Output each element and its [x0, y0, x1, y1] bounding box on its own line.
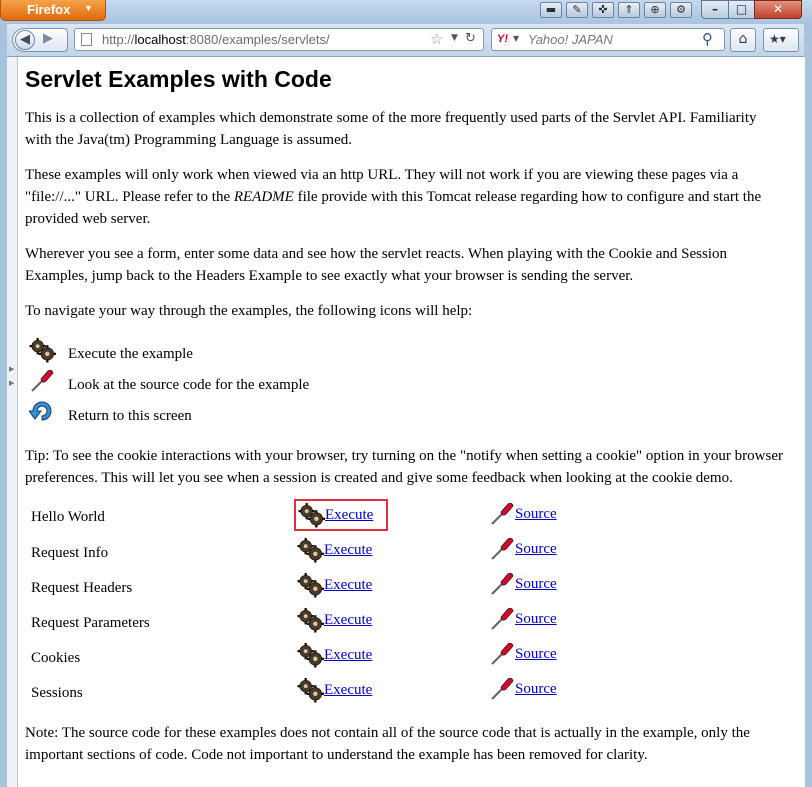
chevron-down-icon[interactable]: ▼ — [513, 34, 519, 43]
page-content: Servlet Examples with Code This is a col… — [25, 62, 785, 779]
table-row: Hello World Execute Source — [25, 499, 769, 535]
source-link[interactable]: Source — [515, 573, 557, 595]
firefox-menu-label: Firefox — [27, 2, 71, 17]
home-button[interactable]: ⌂ — [730, 28, 756, 52]
toolbar-icon-1[interactable]: ▬ — [540, 2, 562, 18]
reload-icon[interactable]: ↻ — [465, 31, 476, 46]
source-icon[interactable] — [489, 642, 515, 666]
example-name: Cookies — [31, 649, 81, 666]
firefox-menu-button[interactable]: Firefox ▼ — [0, 0, 106, 21]
toolbar-icon-4[interactable]: ⇑ — [618, 2, 640, 18]
legend-item: Return to this screen — [25, 400, 785, 431]
legend-text: Look at the source code for the example — [68, 376, 310, 393]
execute-link-group[interactable]: Execute — [294, 605, 386, 635]
source-icon[interactable] — [489, 537, 515, 561]
address-bar[interactable]: http://localhost:8080/examples/servlets/… — [74, 28, 484, 51]
source-link-group[interactable]: Source — [489, 642, 557, 666]
search-icon[interactable]: ⚲ — [702, 30, 713, 48]
execute-link[interactable]: Execute — [324, 609, 372, 631]
example-name: Hello World — [31, 509, 105, 525]
execute-link[interactable]: Execute — [325, 504, 373, 526]
execute-link[interactable]: Execute — [324, 644, 372, 666]
execute-icon[interactable] — [297, 677, 324, 703]
execute-link[interactable]: Execute — [324, 679, 372, 701]
source-icon[interactable] — [489, 677, 515, 701]
icon-legend: Execute the example Look at the source c… — [25, 337, 785, 431]
page-title: Servlet Examples with Code — [25, 66, 332, 92]
back-forward-group: ◀ ▶ — [12, 28, 68, 52]
back-button[interactable]: ◀ — [15, 30, 35, 50]
example-name: Request Info — [31, 544, 109, 561]
legend-item: Execute the example — [25, 337, 785, 370]
table-row: Sessions Execute Source — [25, 675, 769, 710]
source-link[interactable]: Source — [515, 538, 557, 560]
source-link-group[interactable]: Source — [489, 502, 557, 526]
chevron-down-icon: ▼ — [84, 3, 93, 13]
execute-link-group[interactable]: Execute — [294, 499, 389, 531]
example-name: Sessions — [31, 684, 83, 701]
execute-icon[interactable] — [297, 607, 324, 633]
source-link[interactable]: Source — [515, 678, 557, 700]
execute-link[interactable]: Execute — [324, 574, 372, 596]
source-link-group[interactable]: Source — [489, 607, 557, 631]
search-input[interactable]: Yahoo! JAPAN — [528, 32, 613, 47]
page-icon — [81, 33, 92, 46]
table-row: Cookies Execute Source — [25, 640, 769, 675]
source-link-group[interactable]: Source — [489, 572, 557, 596]
bookmarks-menu-button[interactable]: ★▾ — [763, 28, 799, 52]
navigate-note-paragraph: To navigate your way through the example… — [25, 303, 473, 319]
source-icon — [29, 369, 59, 400]
forward-button[interactable]: ▶ — [43, 31, 53, 46]
close-button[interactable]: ✕ — [754, 0, 802, 19]
execute-icon[interactable] — [297, 642, 324, 668]
http-note-paragraph: These examples will only work when viewe… — [25, 167, 762, 227]
toolbar-icon-6[interactable]: ⚙ — [670, 2, 692, 18]
source-icon[interactable] — [489, 607, 515, 631]
source-link[interactable]: Source — [515, 643, 557, 665]
source-link[interactable]: Source — [515, 608, 557, 630]
source-link-group[interactable]: Source — [489, 537, 557, 561]
table-row: Request Parameters Execute Source — [25, 605, 769, 640]
address-text: http://localhost:8080/examples/servlets/ — [102, 32, 330, 47]
intro-paragraph: This is a collection of examples which d… — [25, 110, 757, 148]
footer-note: Note: The source code for these examples… — [25, 725, 750, 763]
examples-table: Hello World Execute Source Request Info … — [25, 499, 769, 710]
table-row: Request Info Execute Source — [25, 535, 769, 570]
execute-icon[interactable] — [297, 572, 324, 598]
return-icon — [28, 399, 59, 432]
execute-link-group[interactable]: Execute — [294, 535, 386, 565]
history-dropdown-icon[interactable]: ▼ — [451, 33, 458, 43]
source-link[interactable]: Source — [515, 503, 557, 525]
search-engine-icon[interactable]: Y! — [497, 33, 508, 45]
readme-text: README — [233, 189, 294, 205]
execute-link-group[interactable]: Execute — [294, 675, 386, 705]
execute-link-group[interactable]: Execute — [294, 570, 386, 600]
bookmark-star-icon[interactable]: ☆ — [430, 30, 443, 48]
example-name: Request Headers — [31, 579, 133, 596]
forms-note-paragraph: Wherever you see a form, enter some data… — [25, 246, 727, 284]
search-bar[interactable]: Y! ▼ Yahoo! JAPAN ⚲ — [491, 28, 725, 51]
splitter-arrow-icon[interactable]: ▶ — [9, 365, 14, 373]
source-link-group[interactable]: Source — [489, 677, 557, 701]
execute-icon[interactable] — [297, 537, 324, 563]
execute-link[interactable]: Execute — [324, 539, 372, 561]
toolbar-icon-5[interactable]: ⊕ — [644, 2, 666, 18]
execute-link-group[interactable]: Execute — [294, 640, 386, 670]
source-icon[interactable] — [489, 502, 515, 526]
legend-text: Return to this screen — [68, 407, 192, 424]
legend-text: Execute the example — [68, 345, 193, 362]
example-name: Request Parameters — [31, 614, 150, 631]
execute-icon — [29, 337, 59, 370]
tip-paragraph: Tip: To see the cookie interactions with… — [25, 448, 783, 486]
maximize-button[interactable]: □ — [728, 0, 755, 19]
toolbar-icon-3[interactable]: ✜ — [592, 2, 614, 18]
execute-icon[interactable] — [298, 502, 325, 528]
table-row: Request Headers Execute Source — [25, 570, 769, 605]
legend-item: Look at the source code for the example — [25, 369, 785, 400]
sidebar-splitter[interactable]: ▶ ▶ — [7, 57, 18, 787]
source-icon[interactable] — [489, 572, 515, 596]
toolbar-icon-2[interactable]: ✎ — [566, 2, 588, 18]
splitter-arrow-icon[interactable]: ▶ — [9, 379, 14, 387]
minimize-button[interactable]: – — [701, 0, 729, 19]
